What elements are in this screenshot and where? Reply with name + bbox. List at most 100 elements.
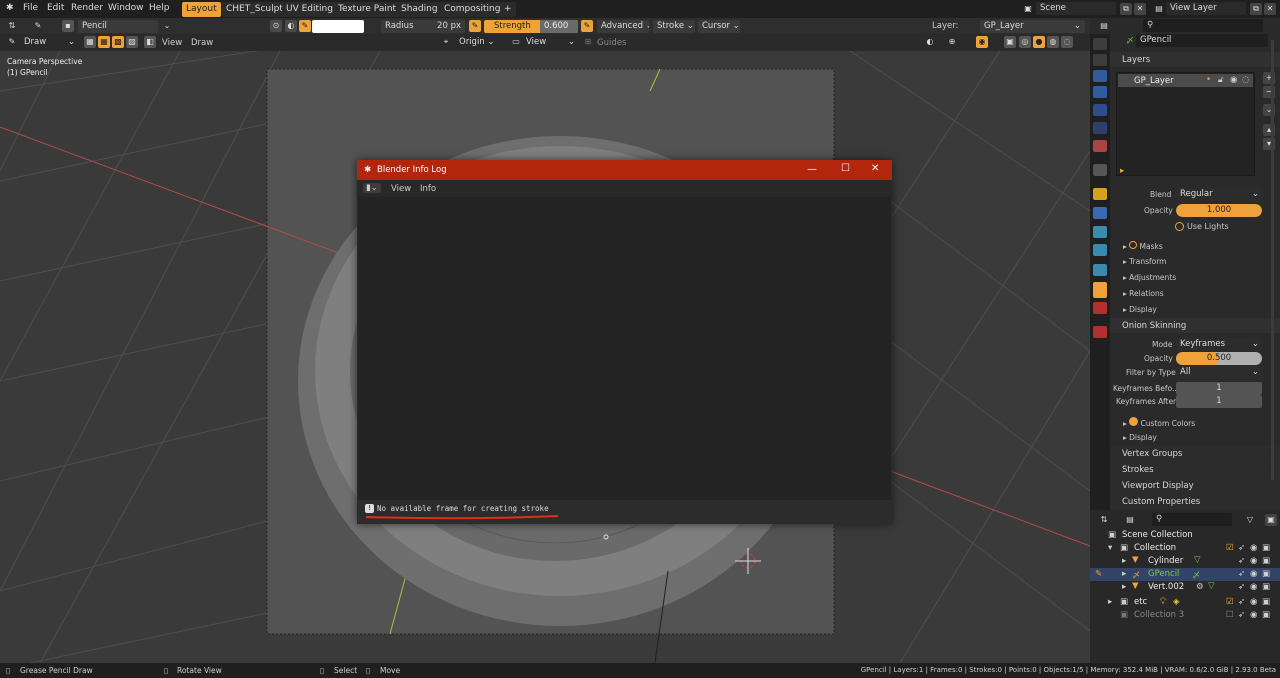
- object-tab-icon[interactable]: [1093, 188, 1107, 200]
- etc-check-icon[interactable]: ☑: [1226, 597, 1234, 607]
- layers-panel-header[interactable]: Layers: [1110, 52, 1280, 67]
- view-layer-copy-icon[interactable]: ⧉: [1250, 3, 1262, 15]
- outliner-filter-icon[interactable]: ▽: [1244, 514, 1256, 526]
- onion-skinning-header[interactable]: Onion Skinning: [1110, 318, 1280, 333]
- tab-layout[interactable]: Layout: [182, 2, 221, 17]
- display-panel[interactable]: ▸ Display: [1123, 305, 1157, 314]
- properties-scrollbar[interactable]: [1271, 40, 1274, 480]
- view-layer-tab-icon[interactable]: [1093, 86, 1107, 98]
- gizmo-icon[interactable]: ⊕: [946, 36, 958, 48]
- use-lights-checkbox[interactable]: [1175, 222, 1184, 231]
- draw-menu[interactable]: Draw: [191, 38, 213, 48]
- output-tab-icon[interactable]: [1093, 70, 1107, 82]
- tab-uv-editing[interactable]: UV Editing: [282, 2, 337, 17]
- constraints-tab-icon[interactable]: [1093, 264, 1107, 276]
- properties-search-input[interactable]: ⚲: [1143, 19, 1263, 32]
- collection-3-eye-icon[interactable]: ◉: [1250, 610, 1257, 620]
- brush-name-field[interactable]: Pencil: [78, 20, 158, 33]
- gpencil-render-icon[interactable]: ▣: [1262, 569, 1270, 579]
- outliner-row-scene-collection[interactable]: ▣ Scene Collection: [1090, 529, 1280, 542]
- onion-opacity-slider[interactable]: 0.500: [1176, 352, 1262, 365]
- strength-slider[interactable]: Strength 0.600: [484, 20, 578, 33]
- menu-edit[interactable]: Edit: [47, 3, 64, 13]
- texture-tab-icon[interactable]: [1093, 164, 1107, 176]
- custom-properties-panel[interactable]: Custom Properties: [1110, 494, 1280, 509]
- select-strokes-icon[interactable]: ▩: [112, 36, 124, 48]
- etc-render-icon[interactable]: ▣: [1262, 597, 1270, 607]
- advanced-dropdown[interactable]: Advanced ⌄: [597, 20, 649, 33]
- data-tab-icon[interactable]: [1093, 282, 1107, 298]
- vert-render-icon[interactable]: ▣: [1262, 582, 1270, 592]
- stroke-dropdown[interactable]: Stroke ⌄: [653, 20, 695, 33]
- tab-compositing[interactable]: Compositing: [440, 2, 505, 17]
- relations-panel[interactable]: ▸ Relations: [1123, 289, 1164, 298]
- vert-eye-icon[interactable]: ◉: [1250, 582, 1257, 592]
- keyframes-before-field[interactable]: 1: [1176, 382, 1262, 395]
- onion-mode-dropdown[interactable]: Keyframes ⌄: [1176, 338, 1262, 351]
- strokes-panel[interactable]: Strokes: [1110, 462, 1280, 477]
- outliner-row-collection-3[interactable]: ▣ Collection 3 ☐ ➶ ◉ ▣: [1090, 609, 1280, 622]
- material-icon[interactable]: ◐: [285, 20, 297, 32]
- guides-label[interactable]: Guides: [597, 38, 626, 48]
- render-tab-icon[interactable]: [1093, 54, 1107, 66]
- scene-tab-icon[interactable]: [1093, 104, 1107, 116]
- scene-close-icon[interactable]: ✕: [1134, 3, 1146, 15]
- filter-type-dropdown[interactable]: All ⌄: [1176, 366, 1262, 379]
- onion-display-panel[interactable]: ▸ Display: [1123, 433, 1157, 442]
- add-workspace-button[interactable]: +: [500, 2, 516, 17]
- shaderfx-tab-icon[interactable]: [1093, 326, 1107, 338]
- shading-wireframe-icon[interactable]: ◎: [1019, 36, 1031, 48]
- origin-dropdown[interactable]: Origin ⌄: [455, 36, 507, 49]
- etc-eye-icon[interactable]: ◉: [1250, 597, 1257, 607]
- new-collection-icon[interactable]: ▣: [1265, 514, 1277, 526]
- mode-dropdown[interactable]: Draw ⌄: [20, 36, 78, 49]
- opacity-slider[interactable]: 1.000: [1176, 204, 1262, 217]
- collection-render-icon[interactable]: ▣: [1262, 543, 1270, 553]
- blender-logo-icon[interactable]: ✱: [6, 3, 14, 13]
- tab-shading[interactable]: Shading: [397, 2, 442, 17]
- etc-select-icon[interactable]: ➶: [1238, 597, 1245, 607]
- view-menu[interactable]: View: [162, 38, 182, 48]
- visibility-icon[interactable]: ◐: [924, 36, 936, 48]
- display-mode-icon[interactable]: ▤: [1124, 514, 1136, 526]
- editor-type-icon[interactable]: ⇅: [6, 20, 18, 32]
- scene-copy-icon[interactable]: ⧉: [1120, 3, 1132, 15]
- tool-tab-icon[interactable]: [1093, 38, 1107, 50]
- layer-onion-icon[interactable]: ◌: [1242, 75, 1249, 85]
- properties-editor-type-icon[interactable]: ▤: [1098, 20, 1110, 32]
- layer-row-gp-layer[interactable]: GP_Layer • 🔓︎ ◉ ◌: [1118, 74, 1253, 87]
- masks-panel[interactable]: ▸ Masks: [1123, 241, 1163, 251]
- cylinder-expand-icon[interactable]: ▸: [1122, 556, 1126, 566]
- info-log-message-row[interactable]: ! No available frame for creating stroke: [358, 500, 891, 523]
- info-log-titlebar[interactable]: ✱ Blender Info Log — ☐ ✕: [357, 160, 892, 180]
- collection-select-icon[interactable]: ➶: [1238, 543, 1245, 553]
- minimize-button[interactable]: —: [807, 164, 817, 175]
- outliner-row-cylinder[interactable]: ▸ ▼ Cylinder ▽ ➶ ◉ ▣: [1090, 555, 1280, 568]
- brush-dropdown-icon[interactable]: ⌄: [161, 20, 173, 32]
- outliner-row-vert[interactable]: ▸ ▼ Vert.002 ⚙ ▽ ➶ ◉ ▣: [1090, 581, 1280, 594]
- cursor-dropdown[interactable]: Cursor ⌄: [698, 20, 740, 33]
- cylinder-eye-icon[interactable]: ◉: [1250, 556, 1257, 566]
- etc-expand-icon[interactable]: ▸: [1108, 597, 1112, 607]
- strength-pressure-icon[interactable]: ✎: [581, 20, 593, 32]
- color-swatch[interactable]: [312, 20, 364, 33]
- transform-panel[interactable]: ▸ Transform: [1123, 257, 1166, 266]
- info-editor-type-icon[interactable]: ▮⌄: [363, 183, 381, 193]
- menu-render[interactable]: Render: [71, 3, 103, 13]
- outliner-editor-type-icon[interactable]: ⇅: [1098, 514, 1110, 526]
- tab-chet-sculpt[interactable]: CHET_Sculpt: [222, 2, 287, 17]
- outliner-search-input[interactable]: ⚲: [1152, 513, 1232, 526]
- select-between-icon[interactable]: ▨: [126, 36, 138, 48]
- eyedropper-icon[interactable]: ⊙: [270, 20, 282, 32]
- outliner-row-collection[interactable]: ▾ ▣ Collection ☑ ➶ ◉ ▣: [1090, 542, 1280, 555]
- cylinder-select-icon[interactable]: ➶: [1238, 556, 1245, 566]
- overlay-icon[interactable]: ◉: [976, 36, 988, 48]
- layer-dropdown[interactable]: GP_Layer ⌄: [980, 20, 1085, 33]
- collection-3-render-icon[interactable]: ▣: [1262, 610, 1270, 620]
- layer-lock-icon[interactable]: 🔓︎: [1218, 75, 1224, 85]
- info-info-menu[interactable]: Info: [420, 184, 436, 194]
- pencil-tool-icon[interactable]: ✎: [32, 20, 44, 32]
- info-log-body[interactable]: [358, 197, 891, 500]
- custom-colors-panel[interactable]: ▸ Custom Colors: [1123, 417, 1195, 428]
- maximize-button[interactable]: ☐: [841, 163, 850, 174]
